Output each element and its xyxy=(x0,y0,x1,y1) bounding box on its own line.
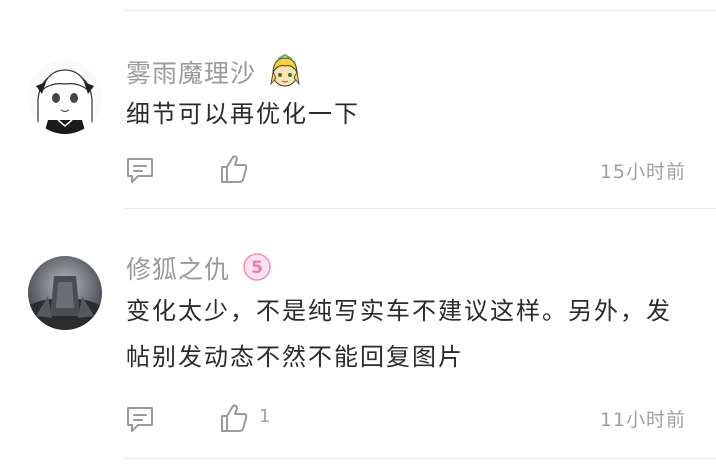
username[interactable]: 修狐之仇 xyxy=(126,250,230,286)
anime-character-emoji-icon xyxy=(268,53,302,92)
avatar-image xyxy=(28,256,102,330)
divider-bottom xyxy=(124,458,716,459)
comment-text: 变化太少，不是纯写实车不建议这样。另外，发帖别发动态不然不能回复图片 xyxy=(126,297,672,371)
level-badge-text: 5 xyxy=(251,258,263,278)
level-badge-icon: 5 xyxy=(242,252,272,286)
username[interactable]: 雾雨魔理沙 xyxy=(126,54,256,90)
thumbs-up-icon[interactable] xyxy=(219,153,249,189)
comment-text: 细节可以再优化一下 xyxy=(126,100,360,128)
avatar[interactable] xyxy=(28,60,102,134)
thumbs-up-icon[interactable] xyxy=(219,402,249,438)
avatar[interactable] xyxy=(28,256,102,330)
reply-icon[interactable] xyxy=(125,155,155,189)
timestamp: 15小时前 xyxy=(599,161,686,183)
divider-top xyxy=(124,10,716,11)
like-count: 1 xyxy=(259,406,271,427)
timestamp: 11小时前 xyxy=(599,409,686,431)
divider-middle xyxy=(124,208,716,209)
avatar-image xyxy=(28,60,102,134)
reply-icon[interactable] xyxy=(125,404,155,438)
